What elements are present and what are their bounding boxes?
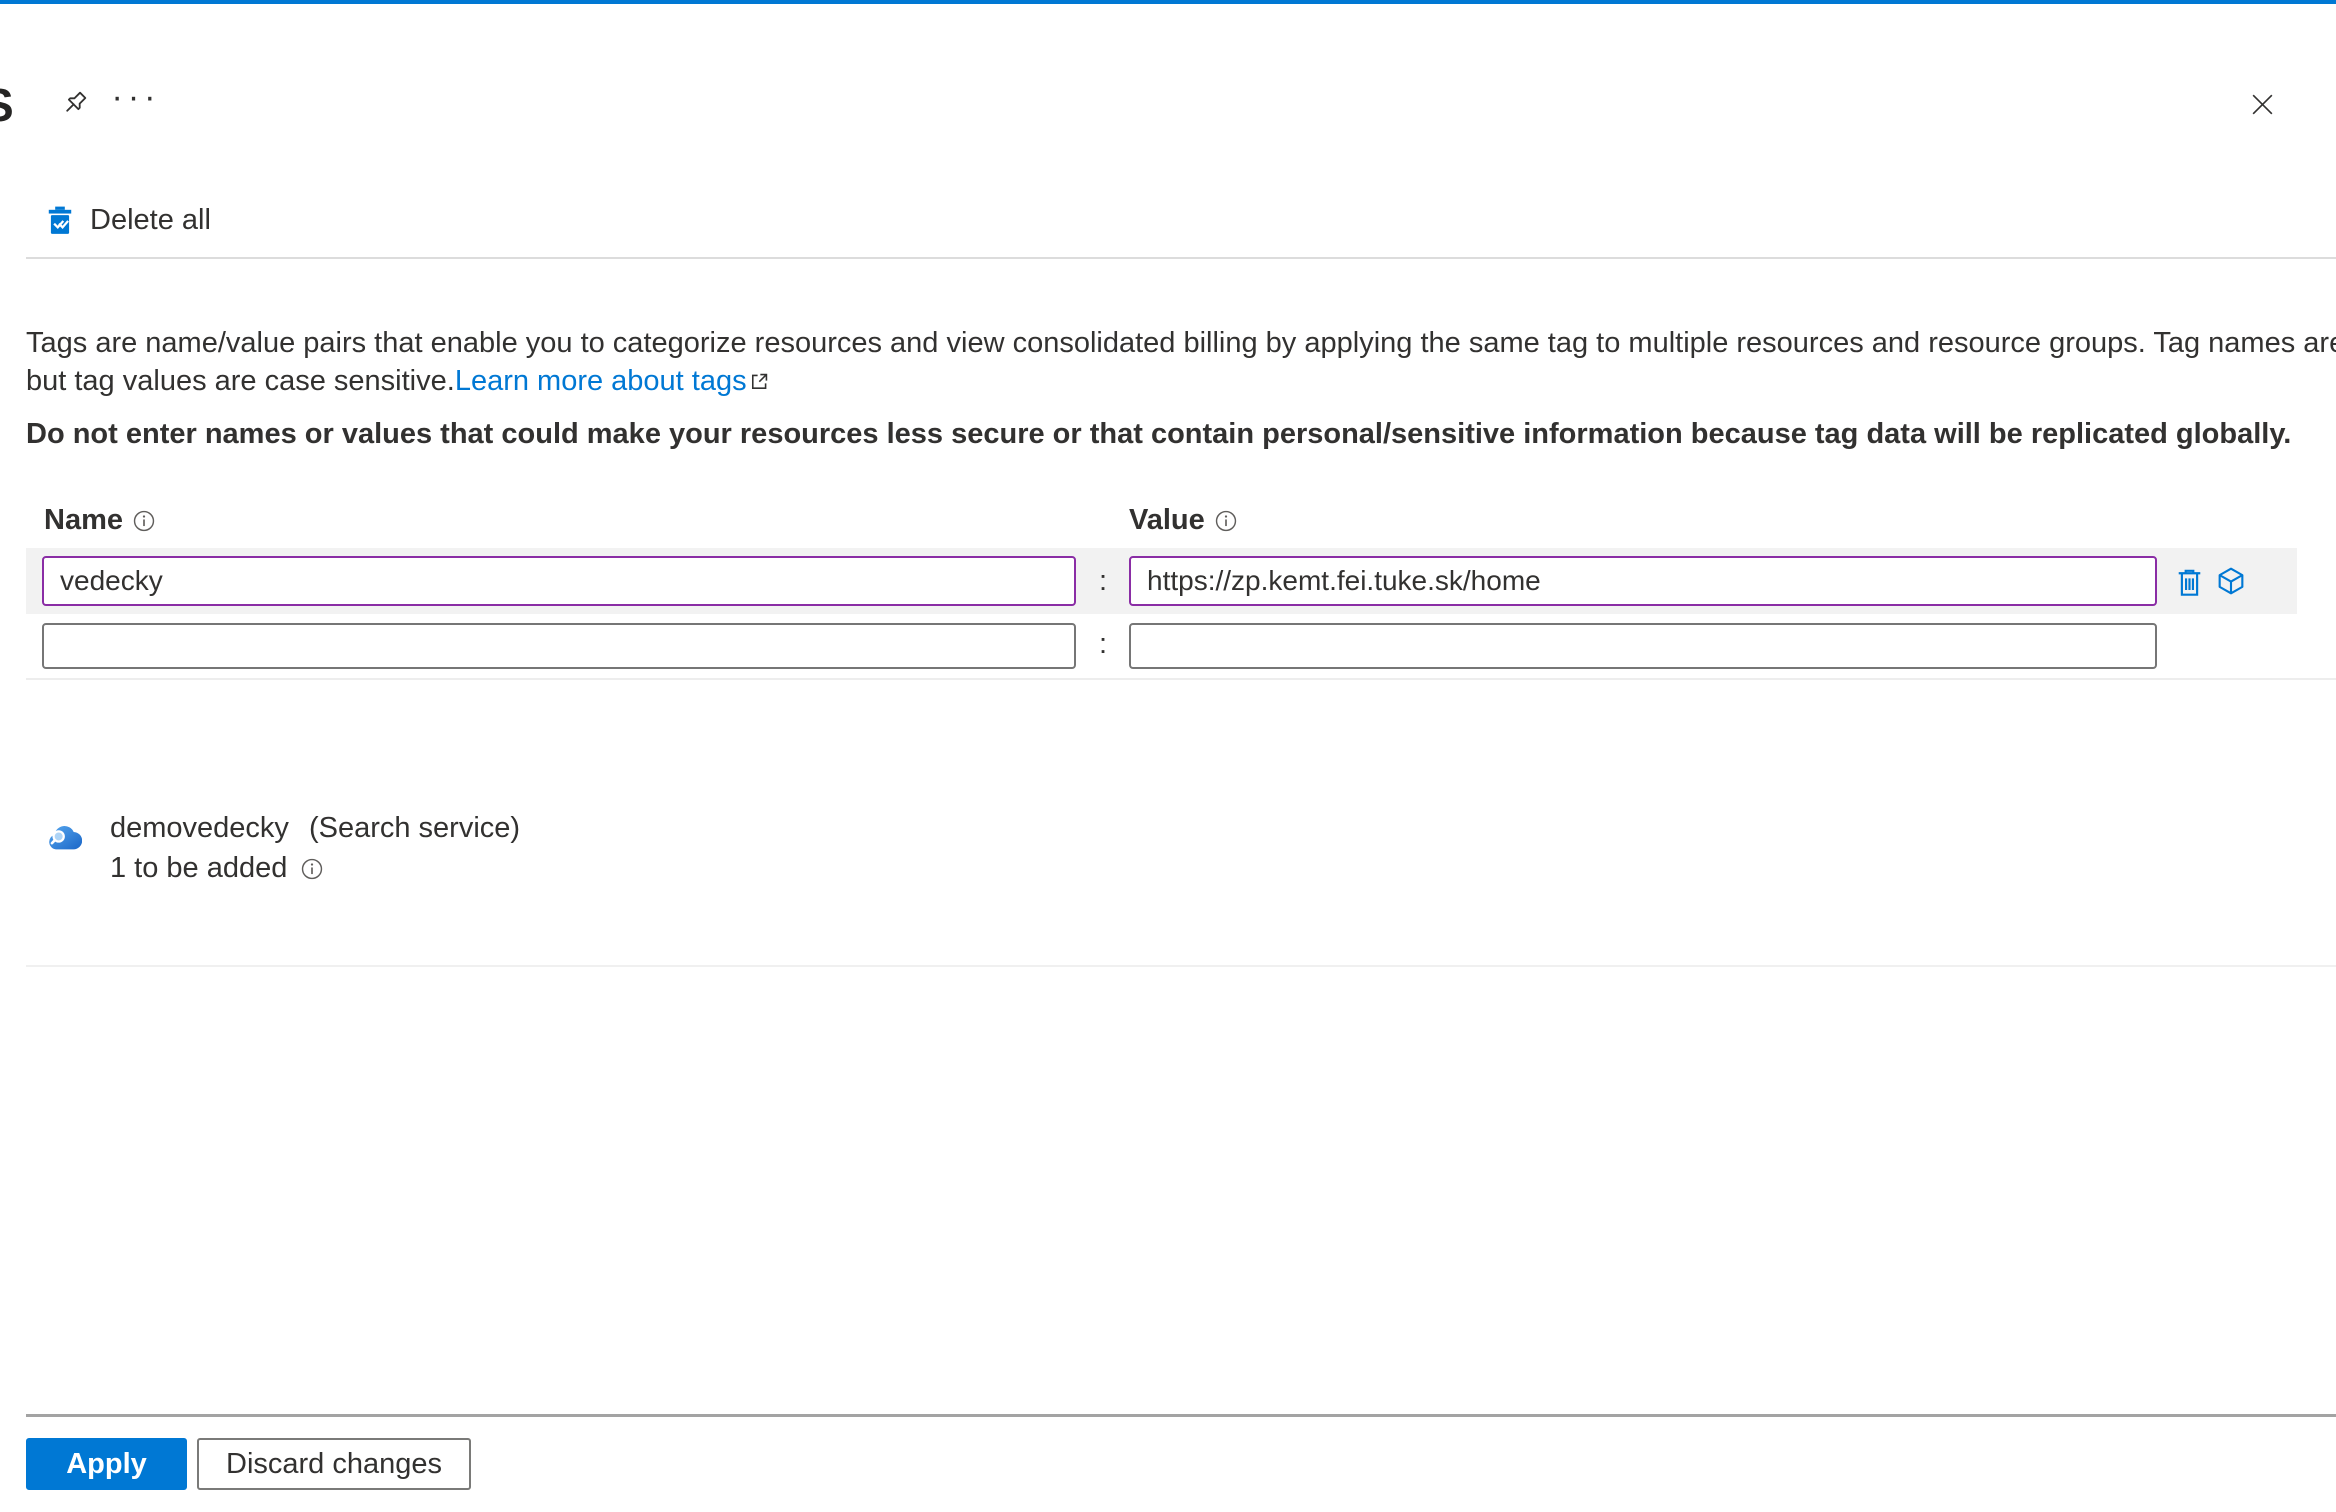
delete-all-icon [46,205,74,236]
value-info-icon[interactable] [1215,510,1237,532]
external-link-icon [749,371,770,392]
search-service-icon [42,818,82,854]
discard-changes-button[interactable]: Discard changes [197,1438,471,1490]
tag-separator-1: : [1098,565,1108,597]
value-column-header: Value [1129,504,1237,537]
description-line2: but tag values are case sensitive. [26,365,455,397]
footer-divider [26,1414,2336,1417]
name-info-icon[interactable] [133,510,155,532]
description-line1: Tags are name/value pairs that enable yo… [26,327,2336,359]
resource-list-divider [26,965,2336,967]
tags-blade: S ··· [0,0,2336,1512]
tag-name-input-2[interactable] [42,623,1076,669]
tag-value-input-1[interactable] [1129,556,2157,606]
resource-status: 1 to be added [110,852,323,885]
ellipsis-icon: ··· [111,77,161,116]
tag-value-input-2[interactable] [1129,623,2157,669]
cube-icon [2215,565,2247,597]
pin-button[interactable] [52,82,96,126]
name-column-header: Name [44,504,155,537]
close-button[interactable] [2240,82,2284,126]
name-header-label: Name [44,504,123,536]
trash-icon [2174,565,2205,598]
delete-all-button[interactable]: Delete all [46,204,211,237]
more-options-button[interactable]: ··· [112,78,158,126]
command-bar-divider [26,257,2336,259]
tags-description: Tags are name/value pairs that enable yo… [26,324,2336,400]
delete-tag-row-button[interactable] [2168,560,2210,602]
value-header-label: Value [1129,504,1205,536]
window-top-border [0,0,2336,4]
tag-name-input-1[interactable] [42,556,1076,606]
apply-button[interactable]: Apply [26,1438,187,1490]
status-info-icon[interactable] [301,858,323,880]
close-icon [2249,91,2276,118]
resource-title: demovedecky (Search service) [110,812,520,845]
security-warning-text: Do not enter names or values that could … [26,418,2292,450]
tag-rows-divider [26,678,2336,680]
resource-type: (Search service) [308,812,521,844]
resource-cube-button[interactable] [2210,560,2252,602]
resource-name: demovedecky [110,812,289,844]
delete-all-label: Delete all [90,204,211,236]
resource-status-text: 1 to be added [110,852,288,884]
learn-more-link[interactable]: Learn more about tags [455,365,747,397]
tag-separator-2: : [1098,628,1108,660]
page-title-fragment: S [0,78,14,132]
pin-icon [58,88,90,120]
